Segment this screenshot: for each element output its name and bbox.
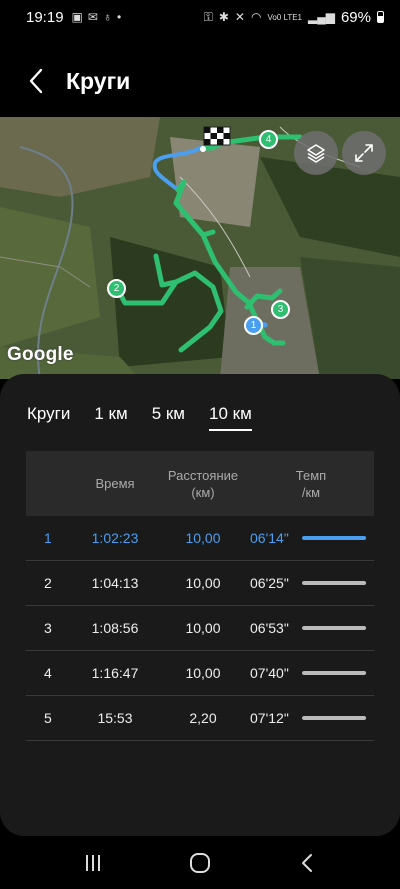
- recents-button[interactable]: [69, 843, 117, 883]
- lap-pace-cell: 06'14": [248, 530, 374, 546]
- table-row[interactable]: 1 1:02:23 10,00 06'14": [26, 516, 374, 561]
- battery-percent: 69%: [340, 8, 371, 26]
- back-nav-button[interactable]: [283, 843, 331, 883]
- google-logo: Google: [7, 344, 74, 365]
- table-row[interactable]: 4 1:16:47 10,00 07'40": [26, 651, 374, 696]
- lap-marker-4[interactable]: 4: [259, 130, 278, 149]
- table-header: Время Расстояние (км) Темп /км: [26, 451, 374, 516]
- table-row[interactable]: 5 15:53 2,20 07'12": [26, 696, 374, 741]
- table-row[interactable]: 2 1:04:13 10,00 06'25": [26, 561, 374, 606]
- key-icon: ⚿: [203, 9, 213, 24]
- pace-bar-fill: [302, 716, 367, 720]
- home-button[interactable]: [176, 843, 224, 883]
- header-time: Время: [95, 476, 135, 491]
- page-title: Круги: [66, 67, 131, 94]
- lap-pace: 06'25": [250, 575, 289, 591]
- system-nav-bar: [0, 836, 400, 889]
- lap-time: 1:02:23: [91, 530, 139, 546]
- splits-table: Время Расстояние (км) Темп /км 1 1:02:23 1…: [26, 451, 374, 741]
- pace-bar-fill: [302, 671, 367, 675]
- lap-pace: 06'53": [250, 620, 289, 636]
- dot-icon: •: [116, 10, 122, 24]
- lap-distance: 10,00: [185, 665, 221, 681]
- pace-bar-fill: [302, 626, 367, 630]
- bluetooth-icon: ✱: [218, 10, 229, 24]
- lap-pace-cell: 07'40": [248, 665, 374, 681]
- lap-pace-cell: 06'53": [248, 620, 374, 636]
- lap-distance: 10,00: [185, 575, 221, 591]
- chevron-left-icon: [29, 68, 43, 94]
- lap-number: 4: [44, 665, 52, 681]
- lap-distance: 10,00: [185, 530, 221, 546]
- lap-pace-cell: 06'25": [248, 575, 374, 591]
- pace-bar: [302, 536, 367, 540]
- back-icon: [301, 853, 312, 872]
- signal-icon: ▂▄▆: [308, 10, 335, 24]
- battery-icon: [377, 11, 384, 23]
- app-header: Круги: [0, 50, 400, 112]
- satellite-map: [0, 117, 400, 379]
- expand-icon: [355, 144, 373, 162]
- wifi-icon: ◠: [250, 10, 262, 24]
- laps-sheet: Круги 1 км 5 км 10 км Время Расстояние (…: [0, 374, 400, 836]
- tab-1km[interactable]: 1 км: [94, 404, 127, 429]
- lap-time: 1:04:13: [91, 575, 139, 591]
- lap-number: 1: [44, 530, 52, 546]
- lap-number: 2: [44, 575, 52, 591]
- header-distance: Расстояние (км): [167, 467, 239, 500]
- app-icon: ♁: [102, 10, 112, 24]
- lap-distance: 10,00: [185, 620, 221, 636]
- notification-icons: ▣ ✉ ♁ •: [72, 10, 122, 24]
- pace-bar: [302, 626, 367, 630]
- lap-marker-2[interactable]: 2: [107, 279, 126, 298]
- lap-time: 1:08:56: [91, 620, 139, 636]
- lap-number: 3: [44, 620, 52, 636]
- pace-bar: [302, 671, 367, 675]
- lap-marker-3[interactable]: 3: [271, 300, 290, 319]
- map-expand-button[interactable]: [342, 131, 386, 175]
- mute-icon: ✕: [234, 10, 245, 24]
- status-time: 19:19: [26, 8, 64, 26]
- lap-time: 1:16:47: [91, 665, 139, 681]
- lap-marker-1[interactable]: 1: [244, 316, 263, 335]
- map-layers-button[interactable]: [294, 131, 338, 175]
- mail-icon: ✉: [87, 10, 98, 24]
- table-row[interactable]: 3 1:08:56 10,00 06'53": [26, 606, 374, 651]
- lap-pace: 06'14": [250, 530, 289, 546]
- route-map[interactable]: 1 2 3 4 Google: [0, 117, 400, 379]
- gallery-icon: ▣: [71, 10, 83, 24]
- recents-icon: [86, 854, 101, 871]
- lap-time: 15:53: [97, 710, 133, 726]
- pace-bar-fill: [302, 581, 367, 585]
- lap-pace: 07'12": [250, 710, 289, 726]
- split-tabs: Круги 1 км 5 км 10 км: [27, 404, 276, 431]
- network-label: Vo0 LTE1: [267, 12, 302, 22]
- lap-number: 5: [44, 710, 52, 726]
- pace-bar-fill: [302, 536, 367, 540]
- header-pace: Темп /км: [295, 467, 327, 500]
- pace-bar: [302, 581, 367, 585]
- pace-bar: [302, 716, 367, 720]
- system-icons: ⚿ ✱ ✕ ◠ Vo0 LTE1 ▂▄▆ 69%: [204, 9, 384, 26]
- tab-5km[interactable]: 5 км: [152, 404, 185, 429]
- back-button[interactable]: [8, 53, 64, 109]
- status-bar: 19:19 ▣ ✉ ♁ • ⚿ ✱ ✕ ◠ Vo0 LTE1 ▂▄▆ 69%: [0, 0, 400, 34]
- layers-icon: [307, 144, 325, 163]
- lap-pace-cell: 07'12": [248, 710, 374, 726]
- tab-laps[interactable]: Круги: [27, 404, 70, 429]
- lap-pace: 07'40": [250, 665, 289, 681]
- lap-distance: 2,20: [189, 710, 217, 726]
- tab-10km[interactable]: 10 км: [209, 404, 252, 431]
- home-icon: [189, 852, 210, 873]
